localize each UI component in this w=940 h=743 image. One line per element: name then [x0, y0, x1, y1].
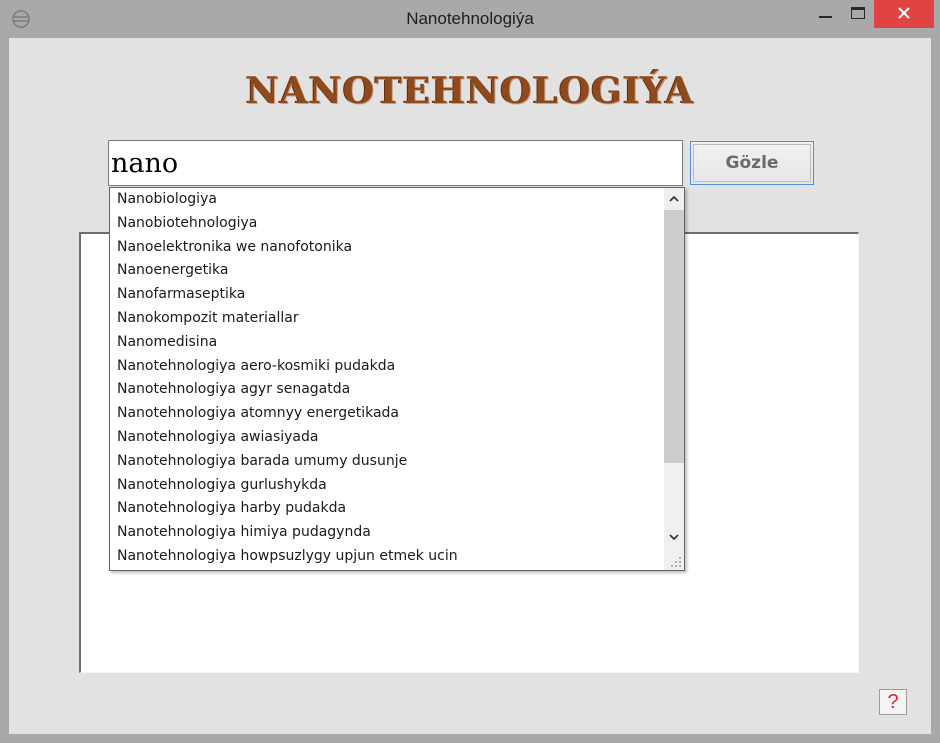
suggestion-item[interactable]: Nanotehnologiya aero-kosmiki pudakda — [110, 355, 664, 379]
suggestion-item[interactable]: Nanotehnologiya atomnyy energetikada — [110, 402, 664, 426]
suggestion-item[interactable]: Nanotehnologiya howpsuzlygy upjun etmek … — [110, 545, 664, 569]
close-icon — [898, 7, 910, 19]
scroll-thumb[interactable] — [664, 210, 684, 463]
suggestion-item[interactable]: Nanotehnologiya barada umumy dusunje — [110, 450, 664, 474]
suggestion-item[interactable]: Nanotehnologiya gurlushykda — [110, 474, 664, 498]
suggestion-item[interactable]: Nanobiotehnologiya — [110, 212, 664, 236]
suggestion-item[interactable]: Nanokompozit materiallar — [110, 307, 664, 331]
suggestion-item[interactable]: Nanofarmaseptika — [110, 283, 664, 307]
resize-grip-icon[interactable] — [669, 554, 683, 568]
maximize-icon — [851, 7, 865, 19]
suggestion-item[interactable]: Nanotehnologiya harby pudakda — [110, 497, 664, 521]
scroll-up-button[interactable] — [664, 188, 684, 210]
chevron-up-icon — [669, 195, 679, 202]
close-button[interactable] — [874, 0, 934, 28]
scroll-down-button[interactable] — [664, 526, 684, 548]
app-heading: NANOTEHNOLOGIÝA — [245, 70, 695, 112]
suggestion-item[interactable]: Nanotehnologiya agyr senagatda — [110, 378, 664, 402]
suggestion-item[interactable]: Nanoelektronika we nanofotonika — [110, 236, 664, 260]
suggestions-scrollbar[interactable] — [664, 188, 684, 570]
window-title: Nanotehnologiýa — [406, 9, 534, 28]
suggestion-item[interactable]: Nanomedisina — [110, 331, 664, 355]
suggestion-item[interactable]: Nanobiologiya — [110, 188, 664, 212]
suggestion-item[interactable]: Nanoenergetika — [110, 259, 664, 283]
suggestions-dropdown[interactable]: Nanobiologiya Nanobiotehnologiya Nanoele… — [109, 187, 685, 571]
suggestions-list: Nanobiologiya Nanobiotehnologiya Nanoele… — [110, 188, 664, 569]
title-bar[interactable]: Nanotehnologiýa — [0, 0, 940, 38]
minimize-icon — [819, 16, 832, 18]
search-button-label: Gözle — [693, 144, 811, 182]
help-button[interactable]: ? — [879, 689, 907, 715]
app-window: Nanotehnologiýa NANOTEHNOLOGIÝA Gözle — [0, 0, 940, 743]
search-input[interactable] — [108, 140, 683, 186]
chevron-down-icon — [669, 534, 679, 541]
suggestion-item[interactable]: Nanotehnologiya himiya pudagynda — [110, 521, 664, 545]
search-button[interactable]: Gözle — [690, 141, 814, 185]
suggestion-item[interactable]: Nanotehnologiya awiasiyada — [110, 426, 664, 450]
maximize-button[interactable] — [842, 0, 874, 28]
minimize-button[interactable] — [808, 0, 842, 28]
